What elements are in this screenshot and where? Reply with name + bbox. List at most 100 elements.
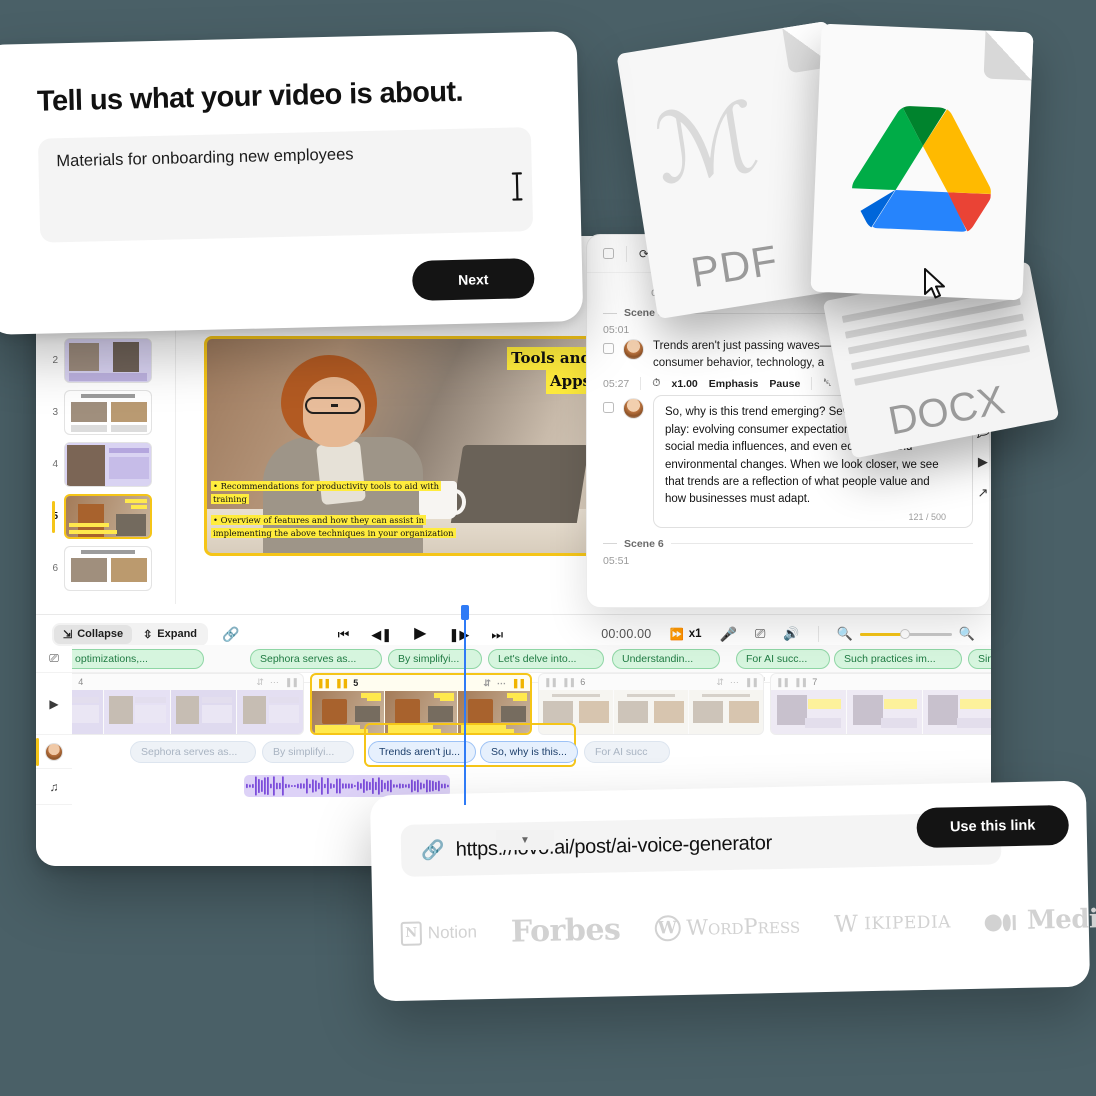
scene-thumbnail-item[interactable]: 2 [44,338,167,383]
skip-end-button[interactable]: ⏭ [491,628,503,641]
captions-icon[interactable]: ⎚ [755,626,765,642]
google-drive-icon [852,106,992,233]
resize-icon[interactable]: ⇵ [256,677,264,688]
drag-handle-icon[interactable]: ❚❚ [544,677,558,688]
track-icon-video[interactable]: ▶ [36,673,72,735]
mini-slide [65,443,151,486]
drag-handle-icon[interactable]: ❚❚ [512,678,526,689]
track-icon-voice[interactable] [36,735,72,769]
scene-block[interactable]: ❚❚❚❚4⇵⋯❚❚ [72,673,304,735]
more-icon[interactable]: ⋯ [270,677,279,688]
scene-thumbnail-item[interactable]: 4 [44,442,167,487]
drag-handle-icon[interactable]: ❚❚ [745,677,759,688]
pause-button[interactable]: Pause [769,378,800,390]
subtitle-clip[interactable]: h AI optimizations,... [72,649,204,669]
voice-clip[interactable]: Sephora serves as... [130,741,256,763]
video-preview-frame[interactable]: Tools and Apps • Recommendations for pro… [204,336,604,556]
expand-button[interactable]: ⇳ Expand [134,625,206,644]
divider-dash [603,543,617,545]
video-description-input[interactable]: Materials for onboarding new employees [37,127,534,243]
scene-thumbnail [64,494,152,539]
step-back-button[interactable]: ◀❚ [371,628,392,641]
voice-clip[interactable]: For AI succ [584,741,670,763]
drag-handle-icon[interactable]: ❚❚ [335,678,349,689]
expand-icon: ⇳ [143,628,153,641]
drag-handle-icon[interactable]: ❚❚ [794,677,808,688]
subtitle-clip[interactable]: For AI succ... [736,649,830,669]
collapse-button[interactable]: ⇲ Collapse [54,624,133,644]
google-drive-file-card[interactable] [810,23,1034,301]
scene-block-header: ❚❚❚❚7⇵⋯❚❚ [771,674,991,690]
forbes-logo: Forbes [510,911,621,950]
track-icon-subtitles[interactable]: ⎚ [36,645,72,673]
subtitle-clip[interactable]: Such practices im... [834,649,962,669]
subtitle-clip[interactable]: Sephora serves as... [250,649,382,669]
subtitle-clip[interactable]: Simplifying accou [968,649,991,669]
speaker-avatar [623,339,644,360]
subtitle-clip[interactable]: By simplifyi... [388,649,482,669]
voice-track[interactable]: Sephora serves as... By simplifyi... Trend… [72,723,991,769]
resize-icon[interactable]: ⇵ [716,677,724,688]
line-checkbox[interactable] [603,343,614,354]
select-all-checkbox[interactable] [603,248,614,259]
more-icon[interactable]: ⋯ [730,677,739,688]
play-button[interactable]: ▶ [414,626,426,642]
volume-icon[interactable]: 🔊 [783,626,799,642]
playhead[interactable] [461,605,469,805]
scene-block-number: 5 [353,678,359,688]
filmstrip-frame [72,690,103,734]
play-icon[interactable]: ▶ [978,454,988,470]
magnet-snap-button[interactable]: 🔗 [222,626,239,643]
track-icon-music[interactable]: ♫ [36,769,72,805]
notion-logo: N Notion [400,920,478,946]
voice-avatar [45,742,63,761]
playback-speed-button[interactable]: ⏩ x1 [669,627,701,641]
voice-clip-active[interactable]: So, why is this... [480,741,578,763]
line-2-timestamp: 05:27 [603,377,630,390]
zoom-out-icon[interactable]: 🔍 [837,626,853,642]
drag-handle-icon[interactable]: ❚❚ [317,678,331,689]
mini-slide [65,547,151,590]
url-input[interactable]: 🔗 https://lovo.ai/post/ai-voice-generato… [400,812,1002,877]
zoom-in-icon[interactable]: 🔍 [959,626,975,642]
use-this-link-button[interactable]: Use this link [916,804,1070,849]
divider [626,245,627,262]
next-button[interactable]: Next [411,258,535,301]
drag-handle-icon[interactable]: ❚❚ [776,677,790,688]
microphone-icon[interactable]: 🎤 [720,626,737,643]
voice-clip[interactable]: By simplifyi... [262,741,354,763]
preview-collapse-handle[interactable]: ▼ [496,830,554,850]
zoom-slider-control[interactable]: 🔍 🔍 [837,626,975,642]
emphasis-button[interactable]: Emphasis [709,378,759,390]
zoom-slider-track[interactable] [859,629,952,639]
drag-handle-icon[interactable]: ❚❚ [562,677,576,688]
drag-handle-icon[interactable]: ❚❚ [72,677,74,688]
line-side-actions: 💬 ▶ ↗ [975,423,989,501]
share-icon[interactable]: ↗ [977,485,988,501]
speed-value[interactable]: x1.00 [671,378,697,390]
resize-icon[interactable]: ⇵ [483,678,491,689]
line-checkbox[interactable] [603,402,614,414]
wordpress-logo: W WordPress [654,913,800,942]
subtitle-clip[interactable]: Let's delve into... [488,649,604,669]
scene-thumbnail [64,338,152,383]
scene-thumbnail-item[interactable]: 3 [44,390,167,435]
wikipedia-initial: W [833,911,859,938]
skip-start-button[interactable]: ⏮ [338,628,350,641]
step-forward-button[interactable]: ❚▶ [448,628,469,641]
scene-block[interactable]: ❚❚❚❚7⇵⋯❚❚ [770,673,991,735]
scene-thumbnail-item-active[interactable]: 5 [44,494,167,539]
wordpress-mark: W [654,915,681,942]
divider [811,377,813,391]
text-cursor-icon [511,172,523,201]
subtitle-track[interactable]: h AI optimizations,... Sephora serves as.… [72,645,991,673]
drag-handle-icon[interactable]: ❚❚ [285,677,299,688]
more-icon[interactable]: ⋯ [497,678,506,689]
scene-thumbnail [64,390,152,435]
filmstrip-frame [922,690,991,734]
zoom-slider-knob[interactable] [899,629,910,639]
scene-thumbnail-item[interactable]: 6 [44,546,167,591]
subtitle-clip[interactable]: Understandin... [612,649,720,669]
track-icon-column: ⎚ ▶ ♫ [36,645,72,805]
voice-clip-active[interactable]: Trends aren't ju... [368,741,476,763]
